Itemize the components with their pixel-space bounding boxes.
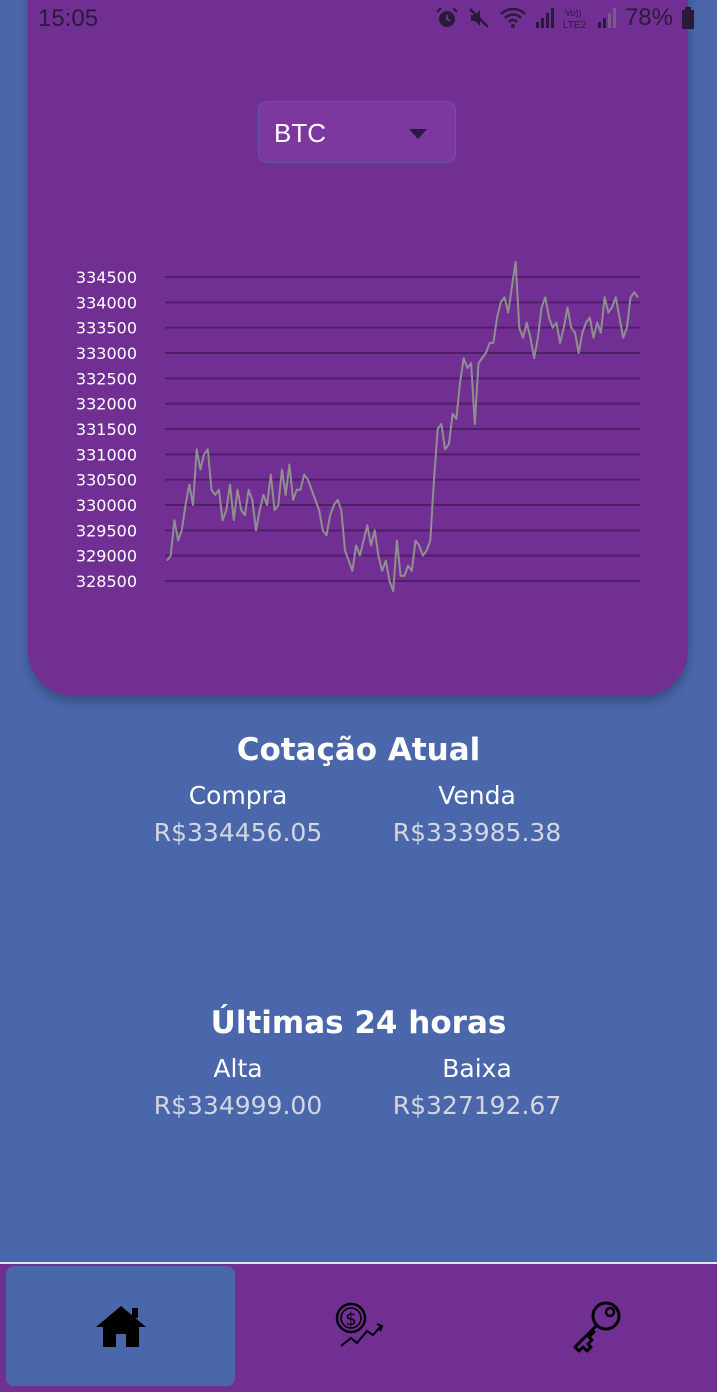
price-chart: 334500 334000 333500 333000 332500 332000 3315… — [76, 260, 640, 593]
high-value: R$334999.00 — [153, 1091, 323, 1120]
high-label: Alta — [213, 1054, 263, 1083]
buy-label: Compra — [188, 781, 288, 810]
svg-text:$: $ — [345, 1309, 356, 1330]
y-tick-label: 333500 — [76, 319, 137, 338]
nav-keys[interactable] — [482, 1266, 711, 1386]
nav-quotes[interactable]: $ — [244, 1266, 473, 1386]
low-label: Baixa — [442, 1054, 512, 1083]
key-icon — [573, 1301, 620, 1353]
home-icon — [95, 1306, 146, 1347]
y-tick-label: 330000 — [76, 496, 137, 515]
signal-icon-2 — [597, 8, 616, 28]
sell-value: R$333985.38 — [392, 818, 562, 847]
svg-text:Vo)): Vo)) — [565, 8, 582, 18]
sell-label: Venda — [438, 781, 516, 810]
y-tick-label: 332000 — [76, 395, 137, 414]
low-value: R$327192.67 — [392, 1091, 562, 1120]
y-tick-label: 329000 — [76, 547, 137, 566]
battery-percent: 78% — [624, 4, 673, 31]
y-tick-label: 329500 — [76, 521, 137, 540]
last-24h-title: Últimas 24 horas — [210, 1005, 507, 1041]
current-quote-title: Cotação Atual — [236, 732, 481, 768]
svg-text:LTE2: LTE2 — [563, 20, 587, 30]
status-time: 15:05 — [38, 5, 99, 32]
status-bar: 15:05 Vo)) LTE2 78% — [0, 0, 717, 38]
wifi-icon — [500, 7, 526, 28]
signal-icon — [535, 8, 554, 28]
nav-home[interactable] — [6, 1266, 235, 1386]
mute-icon — [469, 8, 489, 28]
y-tick-label: 334000 — [76, 293, 137, 312]
volte-icon: Vo)) LTE2 — [563, 8, 587, 30]
battery-icon — [682, 7, 694, 29]
y-tick-label: 330500 — [76, 471, 137, 490]
y-tick-label: 333000 — [76, 344, 137, 363]
buy-value: R$334456.05 — [153, 818, 323, 847]
bottom-navigation: $ — [0, 1262, 717, 1392]
status-icons: Vo)) LTE2 78% — [435, 4, 695, 32]
y-tick-label: 334500 — [76, 268, 137, 287]
y-tick-label: 331000 — [76, 445, 137, 464]
y-tick-label: 332500 — [76, 369, 137, 388]
y-tick-label: 328500 — [76, 572, 137, 591]
alarm-icon — [436, 7, 458, 27]
dollar-chart-icon: $ — [335, 1302, 383, 1347]
price-series-line — [166, 260, 639, 593]
y-tick-label: 331500 — [76, 420, 137, 439]
